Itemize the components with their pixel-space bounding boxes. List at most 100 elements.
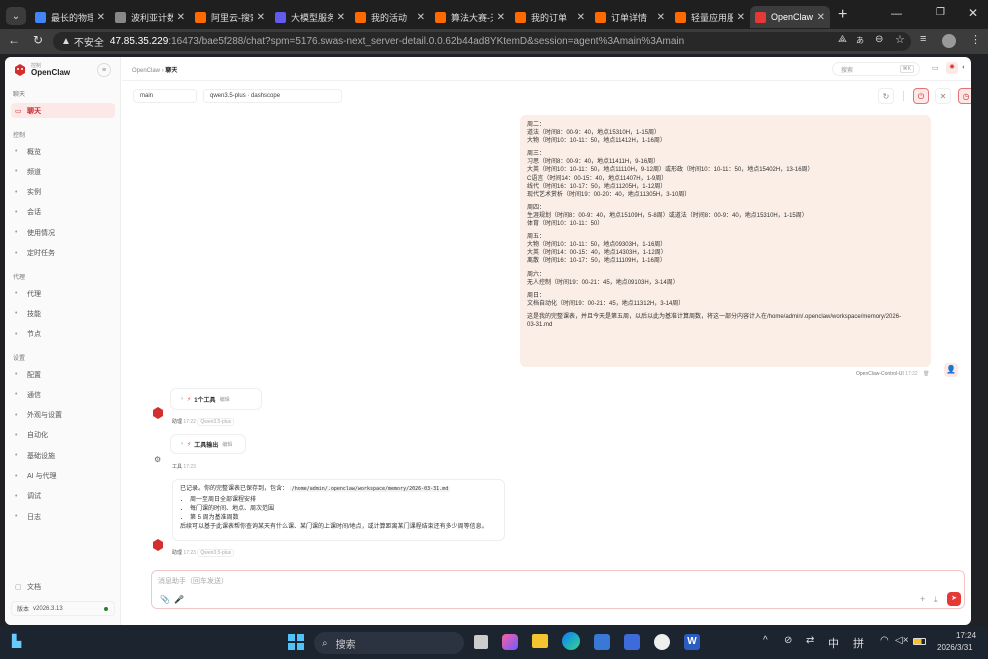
sidebar-item-control-2[interactable]: • 实例 [11, 185, 115, 200]
translate-icon[interactable]: ⟁ [838, 34, 847, 45]
message-input[interactable]: 消息助手（回车发送） [158, 576, 228, 586]
url-field[interactable]: ▲ 不安全 47.85.35.229:16473/bae5f288/chat?s… [53, 32, 911, 51]
browser-tab[interactable]: 我的订单 ✕ [510, 6, 590, 28]
reading-list-icon[interactable]: ≡ [920, 33, 926, 45]
sidebar-item-control-4[interactable]: • 使用情况 [11, 225, 115, 240]
sidebar-item-control-1[interactable]: • 频道 [11, 164, 115, 179]
address-bar-row: ← ↻ ▲ 不安全 47.85.35.229:16473/bae5f288/ch… [0, 29, 988, 54]
download-icon[interactable]: ⤓ [934, 595, 938, 605]
browser-tab[interactable]: 我的活动 ✕ [350, 6, 430, 28]
sidebar-item-settings-3[interactable]: • 自动化 [11, 428, 115, 443]
store-icon[interactable] [594, 634, 610, 650]
tray-icon-2[interactable]: ⇄ [806, 635, 814, 646]
tab-close-icon[interactable]: ✕ [817, 12, 825, 23]
tab-close-icon[interactable]: ✕ [577, 12, 585, 23]
sidebar-item-settings-2[interactable]: • 外观与设置 [11, 408, 115, 423]
edge-icon[interactable] [562, 632, 580, 650]
browser-tab[interactable]: 最长的物理 ✕ [30, 6, 110, 28]
sidebar-item-settings-7[interactable]: • 日志 [11, 509, 115, 524]
language-icon[interactable]: あ [856, 35, 864, 46]
refresh-button[interactable]: ↻ [878, 88, 894, 104]
session-select[interactable]: main [133, 89, 197, 103]
clock-date[interactable]: 2026/3/31 [937, 643, 973, 652]
tab-close-icon[interactable]: ✕ [337, 12, 345, 23]
new-tab-button[interactable]: + [838, 6, 847, 24]
menu-icon[interactable]: ⋮ [970, 33, 981, 46]
sidebar-item-settings-6[interactable]: • 调试 [11, 489, 115, 504]
breadcrumb-root[interactable]: OpenClaw [132, 68, 160, 74]
sidebar-item-agent-0[interactable]: • 代理 [11, 286, 115, 301]
close-window-button[interactable]: ✕ [968, 6, 978, 20]
warning-icon[interactable]: ▲ [61, 36, 71, 47]
clock-time[interactable]: 17:24 [956, 631, 976, 640]
star-icon[interactable]: ☆ [895, 33, 905, 46]
delete-icon[interactable]: 🗑 [923, 371, 929, 377]
browser-tab[interactable]: 订单详情 ✕ [590, 6, 670, 28]
sidebar-item-control-0[interactable]: • 概览 [11, 144, 115, 159]
maximize-button[interactable]: ❐ [936, 7, 945, 18]
layout-icon[interactable]: ▭ [932, 64, 939, 72]
sidebar-item-agent-1[interactable]: • 技能 [11, 306, 115, 321]
tab-close-icon[interactable]: ✕ [177, 12, 185, 23]
send-button[interactable]: ➤ [947, 592, 961, 606]
start-button[interactable] [288, 634, 304, 650]
sidebar-item-settings-1[interactable]: • 通信 [11, 387, 115, 402]
tray-chevron-icon[interactable]: ^ [763, 635, 768, 646]
history-button[interactable]: ◷ [958, 88, 971, 104]
close-chat-button[interactable]: ✕ [935, 88, 951, 104]
search-input[interactable]: 搜索 ⌘K [832, 62, 920, 76]
minimize-button[interactable]: — [891, 8, 902, 20]
sidebar-item-control-5[interactable]: • 定时任务 [11, 246, 115, 261]
wifi-icon[interactable]: ◠ [880, 635, 889, 646]
qq-icon[interactable] [654, 634, 670, 650]
browser-tab[interactable]: 波利亚计数 ✕ [110, 6, 190, 28]
browser-tab[interactable]: OpenClaw ✕ [750, 6, 830, 28]
tab-close-icon[interactable]: ✕ [657, 12, 665, 23]
battery-icon[interactable] [913, 638, 926, 645]
browser-tab[interactable]: 算法大赛-天 ✕ [430, 6, 510, 28]
browser-tab[interactable]: 大模型服务 ✕ [270, 6, 350, 28]
sidebar: 控制 OpenClaw ≡ 聊天 ▭ 聊天 控制 • 概览 • 频道 • 实例 • 会话 • 使用情… [5, 57, 121, 625]
sidebar-item-docs[interactable]: ▢ 文档 [11, 579, 115, 594]
tab-close-icon[interactable]: ✕ [417, 12, 425, 23]
taskbar-search[interactable]: ⌕ 搜索 [314, 632, 464, 654]
tab-close-icon[interactable]: ✕ [97, 12, 105, 23]
browser-tab[interactable]: 阿里云-搜索 ✕ [190, 6, 270, 28]
zoom-icon[interactable]: ⊖ [875, 34, 883, 45]
volume-icon[interactable]: ◁× [895, 635, 909, 646]
dark-mode-icon[interactable]: ◐ [962, 64, 966, 71]
sidebar-item-settings-0[interactable]: • 配置 [11, 367, 115, 382]
taskview-icon[interactable] [474, 635, 488, 649]
tab-close-icon[interactable]: ✕ [737, 12, 745, 23]
tab-close-icon[interactable]: ✕ [497, 12, 505, 23]
model-select[interactable]: qwen3.5-plus · dashscope [203, 89, 342, 103]
add-icon[interactable]: + [920, 594, 925, 604]
tab-close-icon[interactable]: ✕ [257, 12, 265, 23]
tool-output-card[interactable]: › ⚡ 工具输出 编辑 [170, 434, 246, 454]
widgets-icon[interactable]: ▙ [12, 634, 21, 648]
profile-avatar[interactable] [942, 34, 956, 48]
sidebar-item-settings-5[interactable]: • AI 与代理 [11, 469, 115, 484]
ime-mode[interactable]: 拼 [853, 635, 864, 651]
back-icon[interactable]: ← [8, 33, 20, 47]
ime-label[interactable]: 中 [828, 635, 839, 651]
theme-icon[interactable]: ✹ [946, 62, 958, 74]
attach-icon[interactable]: 📎 [160, 595, 170, 604]
user-message-line: 周日： [527, 292, 546, 299]
app-icon[interactable] [624, 634, 640, 650]
file-explorer-icon[interactable] [532, 634, 548, 648]
tray-icon-1[interactable]: ⊘ [784, 635, 792, 646]
word-icon[interactable]: W [684, 634, 700, 650]
browser-tab[interactable]: 轻量应用服 ✕ [670, 6, 750, 28]
sidebar-item-agent-2[interactable]: • 节点 [11, 327, 115, 342]
sidebar-item-chat[interactable]: ▭ 聊天 [11, 103, 115, 118]
tool-call-card[interactable]: › ⚡ 1个工具 编辑 [170, 388, 262, 410]
sidebar-item-control-3[interactable]: • 会话 [11, 205, 115, 220]
sidebar-item-settings-4[interactable]: • 基础设施 [11, 448, 115, 463]
copilot-icon[interactable] [502, 634, 518, 650]
reload-icon[interactable]: ↻ [33, 33, 43, 47]
collapse-sidebar-button[interactable]: ≡ [97, 63, 111, 77]
mic-icon[interactable]: 🎤 [174, 595, 184, 604]
tab-search-icon[interactable]: ⌄ [6, 7, 26, 25]
stop-button[interactable]: ⏻ [913, 88, 929, 104]
